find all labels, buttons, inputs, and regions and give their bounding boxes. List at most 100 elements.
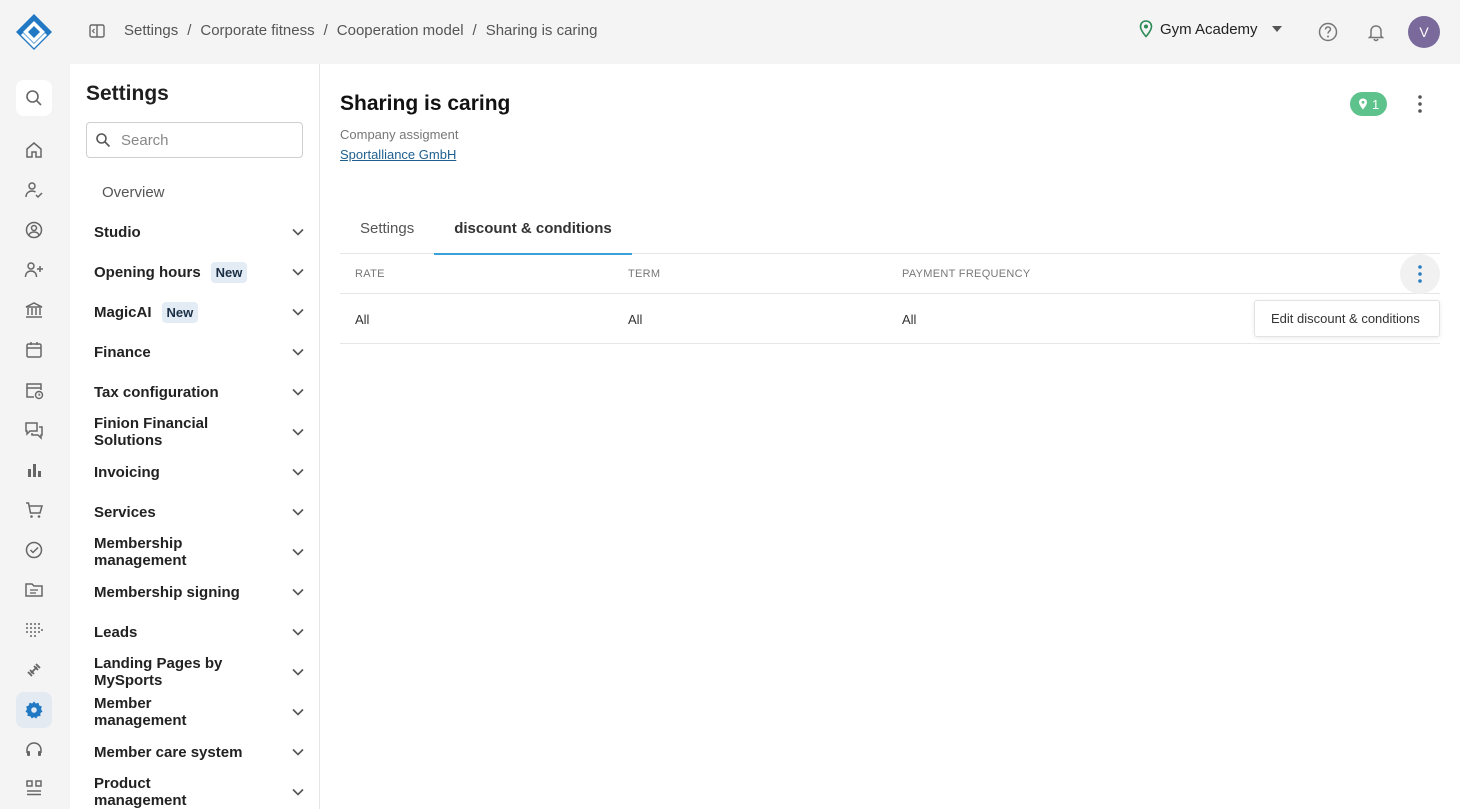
tab-bar: Settings discount & conditions bbox=[340, 212, 1440, 255]
rail-support[interactable] bbox=[16, 732, 52, 768]
search-icon bbox=[96, 133, 111, 148]
rail-analytics[interactable] bbox=[16, 452, 52, 488]
rail-home[interactable] bbox=[16, 132, 52, 168]
more-vertical-icon bbox=[1418, 95, 1422, 113]
settings-menu-item[interactable]: MagicAI New bbox=[94, 292, 304, 332]
gear-icon bbox=[25, 701, 43, 719]
chevron-down-icon bbox=[292, 788, 304, 796]
settings-menu-item[interactable]: Tax configuration bbox=[94, 372, 304, 412]
breadcrumb-settings[interactable]: Settings bbox=[124, 22, 178, 39]
settings-search[interactable] bbox=[86, 122, 303, 158]
column-header-payment-frequency: PAYMENT FREQUENCY bbox=[902, 268, 1031, 280]
settings-menu-item[interactable]: Leads bbox=[94, 612, 304, 652]
rail-appointments[interactable] bbox=[16, 372, 52, 408]
user-circle-icon bbox=[25, 221, 43, 239]
page-more-button[interactable] bbox=[1408, 92, 1432, 116]
rail-training[interactable] bbox=[16, 652, 52, 688]
chat-icon bbox=[25, 422, 43, 440]
settings-menu-item[interactable]: Membership signing bbox=[94, 572, 304, 612]
settings-menu-item-label: Finance bbox=[94, 343, 151, 361]
breadcrumb-current: Sharing is caring bbox=[485, 22, 598, 39]
settings-overview-link[interactable]: Overview bbox=[102, 184, 165, 201]
help-icon[interactable] bbox=[1317, 21, 1339, 43]
rail-checkin[interactable] bbox=[16, 172, 52, 208]
settings-menu-item-label: Member management bbox=[94, 695, 187, 729]
settings-title: Settings bbox=[86, 82, 169, 105]
company-link[interactable]: Sportalliance GmbH bbox=[340, 147, 456, 162]
location-pin-icon bbox=[1139, 20, 1153, 38]
rail-documents[interactable] bbox=[16, 572, 52, 608]
tab-settings[interactable]: Settings bbox=[340, 212, 434, 254]
rail-search[interactable] bbox=[16, 80, 52, 116]
settings-menu-item-label: Landing Pages by MySports bbox=[94, 655, 223, 689]
rail-calendar[interactable] bbox=[16, 332, 52, 368]
cell-term: All bbox=[628, 312, 643, 327]
chevron-down-icon bbox=[292, 228, 304, 236]
rail-members[interactable] bbox=[16, 212, 52, 248]
location-count-badge[interactable]: 1 bbox=[1350, 92, 1388, 116]
page-subtitle: Company assigment bbox=[340, 127, 459, 142]
app-logo-icon[interactable] bbox=[14, 12, 54, 52]
edit-discount-conditions-menu-item[interactable]: Edit discount & conditions bbox=[1254, 300, 1440, 337]
settings-menu-item[interactable]: Invoicing bbox=[94, 452, 304, 492]
studio-selector[interactable]: Gym Academy bbox=[1138, 20, 1282, 38]
rail-shop[interactable] bbox=[16, 492, 52, 528]
new-badge: New bbox=[161, 301, 199, 323]
column-header-rate: RATE bbox=[355, 268, 385, 280]
settings-menu-item-label: Membership management bbox=[94, 535, 187, 569]
settings-menu-item-label: Studio bbox=[94, 223, 141, 241]
chevron-down-icon bbox=[292, 348, 304, 356]
rail-leads[interactable] bbox=[16, 252, 52, 288]
settings-search-input[interactable] bbox=[121, 131, 291, 149]
page-title: Sharing is caring bbox=[340, 92, 511, 115]
chevron-down-icon bbox=[292, 508, 304, 516]
settings-menu-item-label: Product management bbox=[94, 775, 187, 809]
settings-menu-item[interactable]: Services bbox=[94, 492, 304, 532]
breadcrumb-corporate-fitness[interactable]: Corporate fitness bbox=[200, 22, 314, 39]
settings-menu-item[interactable]: Member care system bbox=[94, 732, 304, 772]
breadcrumb: Settings / Corporate fitness / Cooperati… bbox=[124, 22, 598, 39]
rail-devices[interactable] bbox=[16, 612, 52, 648]
dots-grid-icon bbox=[26, 623, 43, 637]
studio-name: Gym Academy bbox=[1160, 20, 1258, 38]
more-vertical-icon bbox=[1418, 265, 1422, 283]
table-header: RATE TERM PAYMENT FREQUENCY bbox=[340, 254, 1440, 294]
settings-menu-item-label: Services bbox=[94, 503, 156, 521]
dumbbell-icon bbox=[27, 663, 41, 677]
breadcrumb-cooperation-model[interactable]: Cooperation model bbox=[337, 22, 464, 39]
settings-menu-item[interactable]: Opening hours New bbox=[94, 252, 304, 292]
rail-messages[interactable] bbox=[16, 412, 52, 448]
location-pin-icon bbox=[1359, 98, 1367, 110]
settings-menu-item-label: Member care system bbox=[94, 743, 243, 761]
settings-menu-item-label: Invoicing bbox=[94, 463, 160, 481]
settings-menu: Studio Opening hours New MagicAI New Finance T… bbox=[94, 212, 304, 809]
chevron-down-icon bbox=[292, 628, 304, 636]
chevron-down-icon bbox=[292, 388, 304, 396]
rail-finance[interactable] bbox=[16, 292, 52, 328]
rail-apps[interactable] bbox=[16, 770, 52, 806]
settings-menu-item[interactable]: Membership management bbox=[94, 532, 304, 572]
settings-menu-item-label: Membership signing bbox=[94, 583, 240, 601]
chevron-down-icon bbox=[292, 268, 304, 276]
chevron-down-icon bbox=[292, 588, 304, 596]
settings-menu-item[interactable]: Product management bbox=[94, 772, 304, 809]
tab-discount-conditions[interactable]: discount & conditions bbox=[434, 212, 632, 255]
column-header-term: TERM bbox=[628, 268, 661, 280]
settings-menu-item-label: MagicAI bbox=[94, 303, 152, 321]
settings-menu-item[interactable]: Member management bbox=[94, 692, 304, 732]
rail-tasks[interactable] bbox=[16, 532, 52, 568]
chevron-down-icon bbox=[292, 668, 304, 676]
settings-menu-item[interactable]: Landing Pages by MySports bbox=[94, 652, 304, 692]
settings-menu-item[interactable]: Studio bbox=[94, 212, 304, 252]
sidebar-toggle-icon[interactable] bbox=[88, 22, 106, 40]
rail-settings[interactable] bbox=[16, 692, 52, 728]
settings-menu-item[interactable]: Finion Financial Solutions bbox=[94, 412, 304, 452]
calendar-clock-icon bbox=[26, 383, 44, 400]
home-icon bbox=[26, 142, 42, 158]
settings-menu-item[interactable]: Finance bbox=[94, 332, 304, 372]
search-icon bbox=[26, 90, 42, 106]
bell-icon[interactable] bbox=[1365, 21, 1387, 43]
chevron-down-icon bbox=[292, 468, 304, 476]
user-avatar[interactable]: V bbox=[1408, 16, 1440, 48]
row-actions-button[interactable] bbox=[1400, 254, 1440, 294]
